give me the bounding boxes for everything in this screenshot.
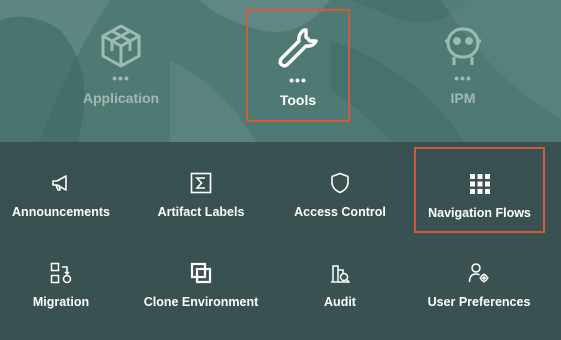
migration-icon xyxy=(50,262,72,284)
top-nav: ••• Application ••• Tools ••• IPM xyxy=(0,0,561,142)
nav-ipm-label: IPM xyxy=(450,90,476,106)
clone-icon xyxy=(190,262,212,284)
tile-label: User Preferences xyxy=(427,295,531,309)
nav-application[interactable]: ••• Application xyxy=(69,9,173,122)
sigma-icon xyxy=(190,172,212,194)
tile-access-control[interactable]: Access Control xyxy=(275,148,405,228)
cube-icon xyxy=(96,21,146,71)
nav-tools-label: Tools xyxy=(279,92,317,108)
grid-icon xyxy=(469,173,491,195)
tile-artifact-labels[interactable]: Artifact Labels xyxy=(136,148,266,228)
tile-navigation-flows[interactable]: Navigation Flows xyxy=(414,147,545,233)
more-dots: ••• xyxy=(289,72,307,88)
nav-tools[interactable]: ••• Tools xyxy=(246,9,350,122)
tile-label: Migration xyxy=(32,295,90,309)
robot-icon xyxy=(438,21,488,71)
tile-label: Clone Environment xyxy=(143,295,259,309)
tile-label: Audit xyxy=(324,295,356,309)
tile-label: Announcements xyxy=(12,205,110,219)
shield-icon xyxy=(329,172,351,194)
more-dots: ••• xyxy=(454,70,472,86)
tile-migration[interactable]: Migration xyxy=(0,238,126,318)
tile-announcements[interactable]: Announcements xyxy=(0,148,126,228)
nav-ipm[interactable]: ••• IPM xyxy=(411,9,515,122)
tile-label: Artifact Labels xyxy=(157,205,245,219)
audit-icon xyxy=(329,262,351,284)
tile-label: Access Control xyxy=(294,205,386,219)
user-gear-icon xyxy=(468,262,490,284)
more-dots: ••• xyxy=(112,70,130,86)
megaphone-icon xyxy=(50,172,72,194)
nav-application-label: Application xyxy=(82,90,160,106)
tile-clone-environment[interactable]: Clone Environment xyxy=(136,238,266,318)
tile-audit[interactable]: Audit xyxy=(275,238,405,318)
tile-label: Navigation Flows xyxy=(428,206,531,220)
tile-user-preferences[interactable]: User Preferences xyxy=(414,238,544,318)
wrench-icon xyxy=(273,23,323,73)
tools-panel: Announcements Artifact Labels Access Con… xyxy=(0,142,561,340)
